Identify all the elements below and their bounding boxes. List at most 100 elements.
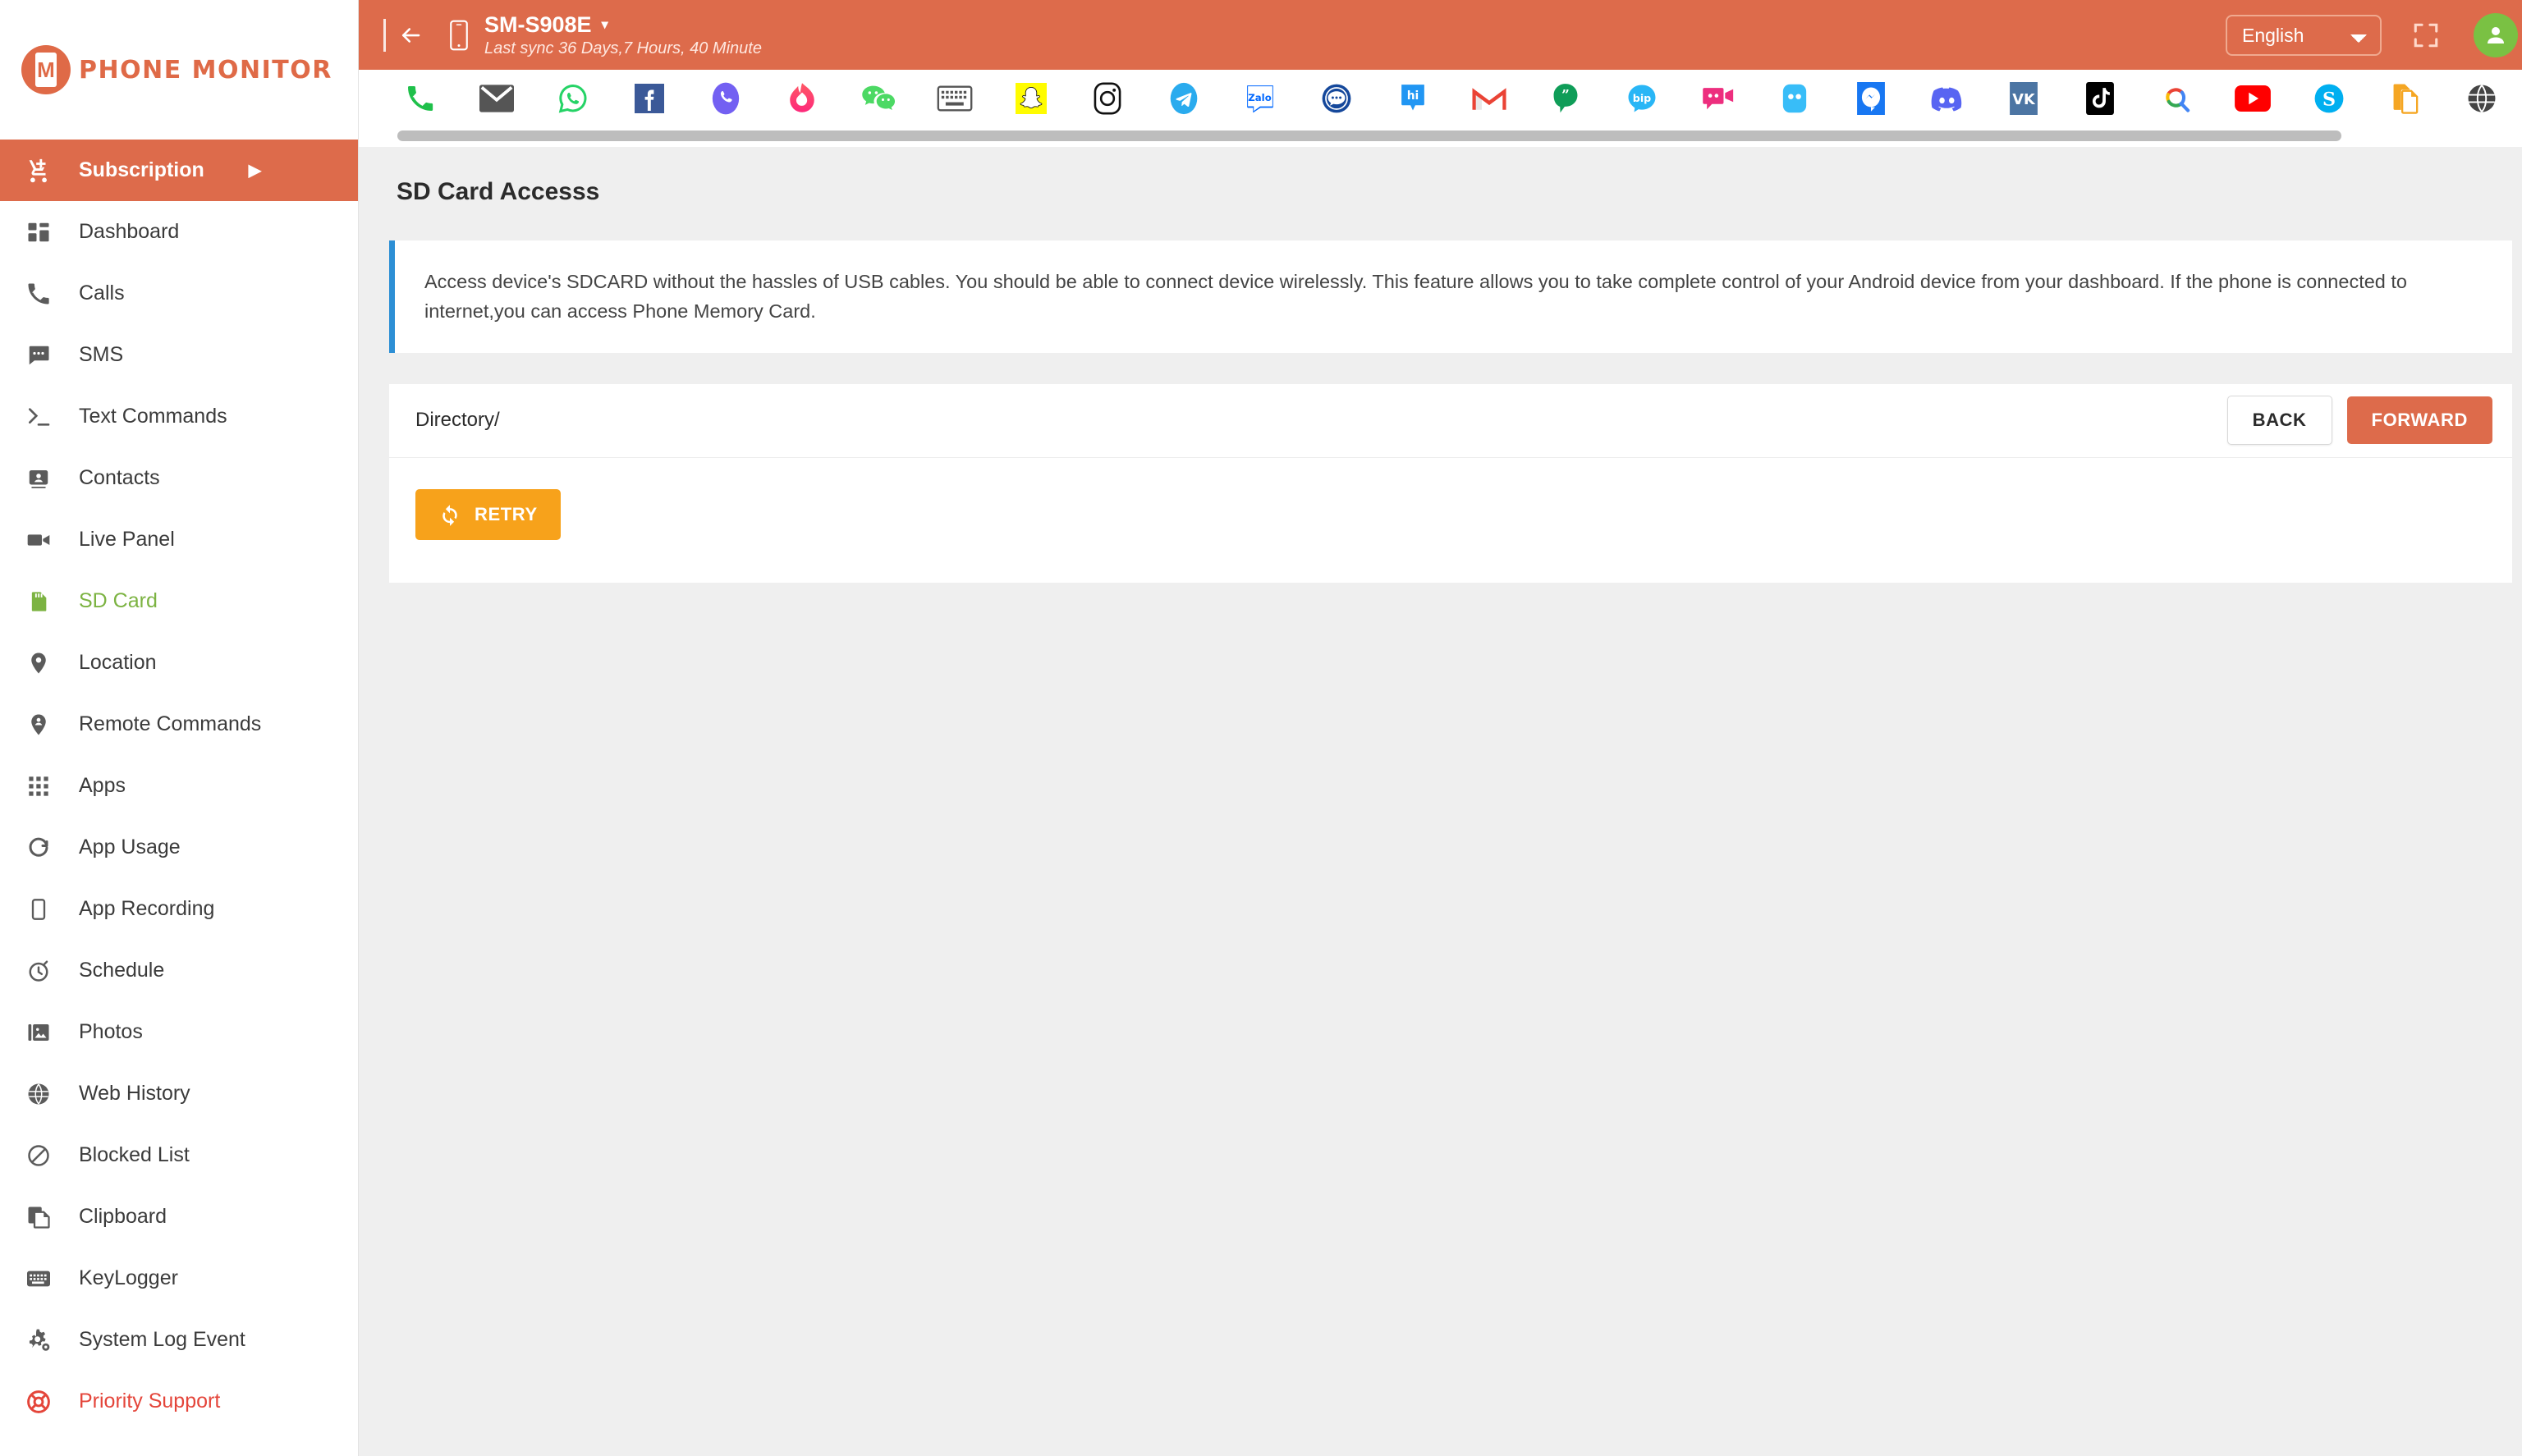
sidebar-item-label: Clipboard bbox=[79, 1205, 167, 1228]
chevron-down-icon: ▾ bbox=[601, 18, 608, 32]
sidebar-item-label: Dashboard bbox=[79, 220, 180, 243]
cart-plus-icon bbox=[21, 153, 56, 188]
top-header-bar: SM-S908E ▾ Last sync 36 Days,7 Hours, 40… bbox=[359, 0, 2522, 70]
keyboard-icon[interactable] bbox=[916, 75, 993, 122]
sidebar-item-text-commands[interactable]: Text Commands bbox=[0, 386, 358, 447]
messenger-icon[interactable] bbox=[1832, 75, 1909, 122]
sidebar-nav: Subscription ▶ Dashboard Calls SMS Text … bbox=[0, 140, 358, 1456]
tango-icon[interactable] bbox=[1756, 75, 1832, 122]
zalo-icon[interactable]: Zalo bbox=[1222, 75, 1298, 122]
sidebar-item-label: App Recording bbox=[79, 897, 215, 920]
app-icon-strip-wrapper: Zalo hi ” bip VK S bbox=[359, 70, 2522, 147]
brand-logo[interactable]: PHONE MONITOR bbox=[0, 0, 358, 140]
google-search-icon[interactable] bbox=[2138, 75, 2214, 122]
hike-icon[interactable]: hi bbox=[1374, 75, 1451, 122]
sidebar-item-location[interactable]: Location bbox=[0, 632, 358, 694]
retry-button-label: RETRY bbox=[475, 503, 538, 524]
apps-grid-icon bbox=[21, 769, 56, 804]
sidebar-item-label: Blocked List bbox=[79, 1143, 190, 1166]
telegram-icon[interactable] bbox=[1145, 75, 1222, 122]
map-pin-person-icon bbox=[21, 707, 56, 742]
user-avatar-icon[interactable] bbox=[2474, 12, 2518, 57]
app-strip-scrollbar-track[interactable] bbox=[359, 127, 2522, 147]
svg-text:VK: VK bbox=[2012, 92, 2036, 108]
back-button[interactable]: BACK bbox=[2226, 396, 2332, 446]
sidebar-item-sms[interactable]: SMS bbox=[0, 324, 358, 386]
sidebar-item-subscription[interactable]: Subscription ▶ bbox=[0, 140, 358, 201]
app-strip-scrollbar-thumb[interactable] bbox=[397, 130, 2341, 141]
sidebar-item-label: Live Panel bbox=[79, 528, 175, 551]
fullscreen-icon[interactable] bbox=[2406, 16, 2446, 55]
sidebar-item-live-panel[interactable]: Live Panel bbox=[0, 509, 358, 570]
forward-button[interactable]: FORWARD bbox=[2346, 396, 2492, 445]
sidebar-item-label: Remote Commands bbox=[79, 712, 262, 735]
refresh-icon bbox=[438, 503, 461, 526]
sdcard-file-icon[interactable] bbox=[2367, 75, 2443, 122]
viber-icon[interactable] bbox=[687, 75, 763, 122]
mobile-phone-icon bbox=[445, 17, 473, 53]
sidebar-item-label: Web History bbox=[79, 1082, 190, 1105]
sd-card-icon bbox=[21, 584, 56, 619]
main-area: SM-S908E ▾ Last sync 36 Days,7 Hours, 40… bbox=[359, 0, 2522, 1456]
whatsapp-icon[interactable] bbox=[534, 75, 611, 122]
tinder-icon[interactable] bbox=[763, 75, 840, 122]
sidebar-item-label: App Usage bbox=[79, 836, 181, 858]
gmail-icon[interactable] bbox=[1451, 75, 1527, 122]
sidebar-item-web-history[interactable]: Web History bbox=[0, 1063, 358, 1124]
sidebar-item-sd-card[interactable]: SD Card bbox=[0, 570, 358, 632]
sidebar-item-app-recording[interactable]: App Recording bbox=[0, 878, 358, 940]
stopwatch-icon bbox=[21, 954, 56, 988]
sidebar-item-dashboard[interactable]: Dashboard bbox=[0, 201, 358, 263]
phone-call-icon[interactable] bbox=[382, 75, 458, 122]
sidebar-item-apps[interactable]: Apps bbox=[0, 755, 358, 817]
instagram-icon[interactable] bbox=[1069, 75, 1145, 122]
sidebar-item-app-usage[interactable]: App Usage bbox=[0, 817, 358, 878]
sidebar-item-system-log-event[interactable]: System Log Event bbox=[0, 1309, 358, 1371]
wechat-icon[interactable] bbox=[840, 75, 916, 122]
hangouts-icon[interactable]: ” bbox=[1527, 75, 1603, 122]
skype-icon[interactable]: S bbox=[2290, 75, 2367, 122]
sidebar-item-label: SMS bbox=[79, 343, 124, 366]
sidebar-item-priority-support[interactable]: Priority Support bbox=[0, 1371, 358, 1432]
device-info: SM-S908E ▾ Last sync 36 Days,7 Hours, 40… bbox=[484, 12, 762, 58]
totok-icon[interactable] bbox=[1680, 75, 1756, 122]
language-select[interactable]: English bbox=[2226, 14, 2382, 56]
sidebar-item-schedule[interactable]: Schedule bbox=[0, 940, 358, 1001]
block-circle-icon bbox=[21, 1138, 56, 1173]
sidebar-item-keylogger[interactable]: KeyLogger bbox=[0, 1248, 358, 1309]
svg-text:S: S bbox=[2322, 89, 2335, 111]
lifebuoy-icon bbox=[21, 1385, 56, 1419]
chevron-right-icon: ▶ bbox=[248, 161, 262, 180]
sidebar-item-remote-commands[interactable]: Remote Commands bbox=[0, 694, 358, 755]
sidebar-item-label: System Log Event bbox=[79, 1328, 245, 1351]
imo-icon[interactable] bbox=[1298, 75, 1374, 122]
app-icon-strip: Zalo hi ” bip VK S bbox=[359, 70, 2522, 127]
tiktok-icon[interactable] bbox=[2061, 75, 2138, 122]
sidebar-item-photos[interactable]: Photos bbox=[0, 1001, 358, 1063]
sidebar-item-calls[interactable]: Calls bbox=[0, 263, 358, 324]
email-icon[interactable] bbox=[458, 75, 534, 122]
snapchat-icon[interactable] bbox=[993, 75, 1069, 122]
sidebar-item-label: Schedule bbox=[79, 959, 165, 982]
web-globe-icon[interactable] bbox=[2443, 75, 2520, 122]
sidebar-item-label: KeyLogger bbox=[79, 1266, 178, 1289]
sidebar-item-label: Apps bbox=[79, 774, 126, 797]
app-root: PHONE MONITOR Subscription ▶ bbox=[0, 0, 2522, 1456]
retry-button[interactable]: RETRY bbox=[415, 488, 561, 540]
device-selector[interactable]: SM-S908E ▾ Last sync 36 Days,7 Hours, 40… bbox=[445, 12, 762, 58]
back-to-device-list-button[interactable] bbox=[383, 18, 427, 52]
vk-icon[interactable]: VK bbox=[1985, 75, 2061, 122]
phone-icon bbox=[21, 277, 56, 311]
discord-icon[interactable] bbox=[1909, 75, 1985, 122]
brand-mark-icon bbox=[21, 45, 71, 94]
video-camera-icon bbox=[21, 523, 56, 557]
directory-toolbar: Directory/ BACK FORWARD bbox=[389, 384, 2512, 458]
bip-icon[interactable]: bip bbox=[1603, 75, 1680, 122]
sidebar-item-clipboard[interactable]: Clipboard bbox=[0, 1186, 358, 1248]
sidebar-item-contacts[interactable]: Contacts bbox=[0, 447, 358, 509]
facebook-icon[interactable] bbox=[611, 75, 687, 122]
sidebar-item-blocked-list[interactable]: Blocked List bbox=[0, 1124, 358, 1186]
sidebar-item-label: Contacts bbox=[79, 466, 160, 489]
youtube-icon[interactable] bbox=[2214, 75, 2290, 122]
keyboard-icon bbox=[21, 1261, 56, 1296]
